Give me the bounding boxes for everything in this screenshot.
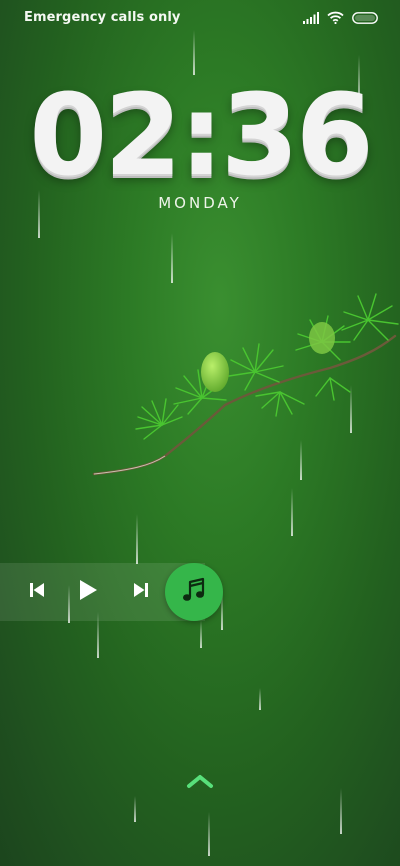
chevron-up-icon [186, 773, 214, 793]
clock-day: MONDAY [158, 194, 242, 212]
rain-streak [136, 514, 138, 564]
music-app-button[interactable] [165, 563, 223, 621]
previous-button[interactable] [17, 563, 57, 621]
next-icon [133, 582, 149, 602]
rain-streak [134, 796, 136, 822]
rain-streak [291, 488, 293, 536]
carrier-label: Emergency calls only [24, 10, 181, 25]
status-icons [303, 11, 378, 24]
signal-icon [303, 11, 319, 24]
play-icon [78, 579, 98, 605]
swipe-up-unlock[interactable] [182, 768, 218, 798]
status-bar: Emergency calls only [0, 0, 400, 36]
next-button[interactable] [121, 563, 161, 621]
rain-streak [171, 233, 173, 283]
rain-streak [200, 620, 202, 648]
play-button[interactable] [68, 563, 108, 621]
rain-streak [208, 812, 210, 856]
wifi-icon [327, 11, 344, 24]
rain-streak [340, 788, 342, 834]
battery-icon [352, 11, 378, 24]
music-note-icon [182, 577, 206, 607]
clock-time: 02:36 [29, 71, 374, 201]
rain-streak [193, 30, 195, 75]
previous-icon [29, 582, 45, 602]
branch-illustration [92, 293, 399, 476]
rain-streak [259, 688, 261, 710]
